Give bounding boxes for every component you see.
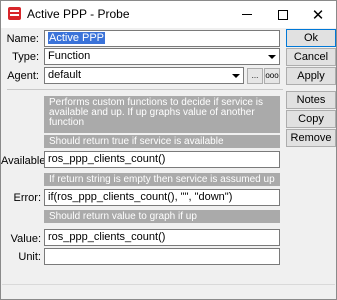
error-hint: If return string is empty then service i… — [44, 173, 280, 186]
separator — [7, 89, 283, 90]
available-field[interactable]: ros_ppp_clients_count() — [44, 151, 280, 168]
name-field[interactable]: Active PPP — [44, 30, 280, 47]
error-field[interactable]: if(ros_ppp_clients_count(), "", "down") — [44, 189, 280, 206]
type-select[interactable]: Function — [44, 48, 280, 65]
agent-browse-button[interactable]: ooo — [264, 68, 280, 84]
close-button[interactable]: ✕ — [301, 1, 335, 28]
status-bar — [2, 284, 335, 298]
type-select-value: Function — [48, 50, 91, 62]
agent-label: Agent: — [7, 70, 39, 82]
ok-button[interactable]: Ok — [286, 29, 336, 47]
agent-edit-button[interactable]: ... — [247, 68, 263, 84]
value-label: Value: — [10, 233, 41, 245]
maximize-icon — [278, 9, 288, 20]
title-bar[interactable]: Active PPP - Probe ✕ — [1, 1, 336, 28]
unit-field[interactable] — [44, 248, 280, 265]
value-hint: Should return value to graph if up — [44, 210, 280, 223]
probe-window: Active PPP - Probe ✕ Name: Active PPP Ty… — [0, 0, 337, 300]
maximize-button[interactable] — [266, 1, 300, 28]
notes-button[interactable]: Notes — [286, 91, 336, 109]
agent-select[interactable]: default — [44, 67, 244, 84]
minimize-button[interactable] — [230, 1, 264, 28]
available-hint: Should return true if service is availab… — [44, 135, 280, 148]
app-icon — [8, 7, 21, 20]
value-field[interactable]: ros_ppp_clients_count() — [44, 229, 280, 246]
chevron-down-icon — [265, 50, 278, 63]
agent-select-value: default — [48, 69, 82, 81]
name-label: Name: — [6, 33, 39, 45]
copy-button[interactable]: Copy — [286, 110, 336, 128]
window-title: Active PPP - Probe — [27, 7, 130, 21]
type-label: Type: — [12, 51, 39, 63]
unit-label: Unit: — [18, 251, 41, 263]
cancel-button[interactable]: Cancel — [286, 48, 336, 66]
available-label: Available: — [1, 155, 49, 167]
name-field-value: Active PPP — [48, 32, 106, 44]
minimize-icon — [242, 14, 252, 15]
remove-button[interactable]: Remove — [286, 129, 336, 147]
chevron-down-icon — [229, 69, 242, 82]
close-icon: ✕ — [311, 6, 325, 24]
error-label: Error: — [13, 192, 42, 204]
description-text: Performs custom functions to decide if s… — [44, 96, 280, 133]
apply-button[interactable]: Apply — [286, 67, 336, 85]
